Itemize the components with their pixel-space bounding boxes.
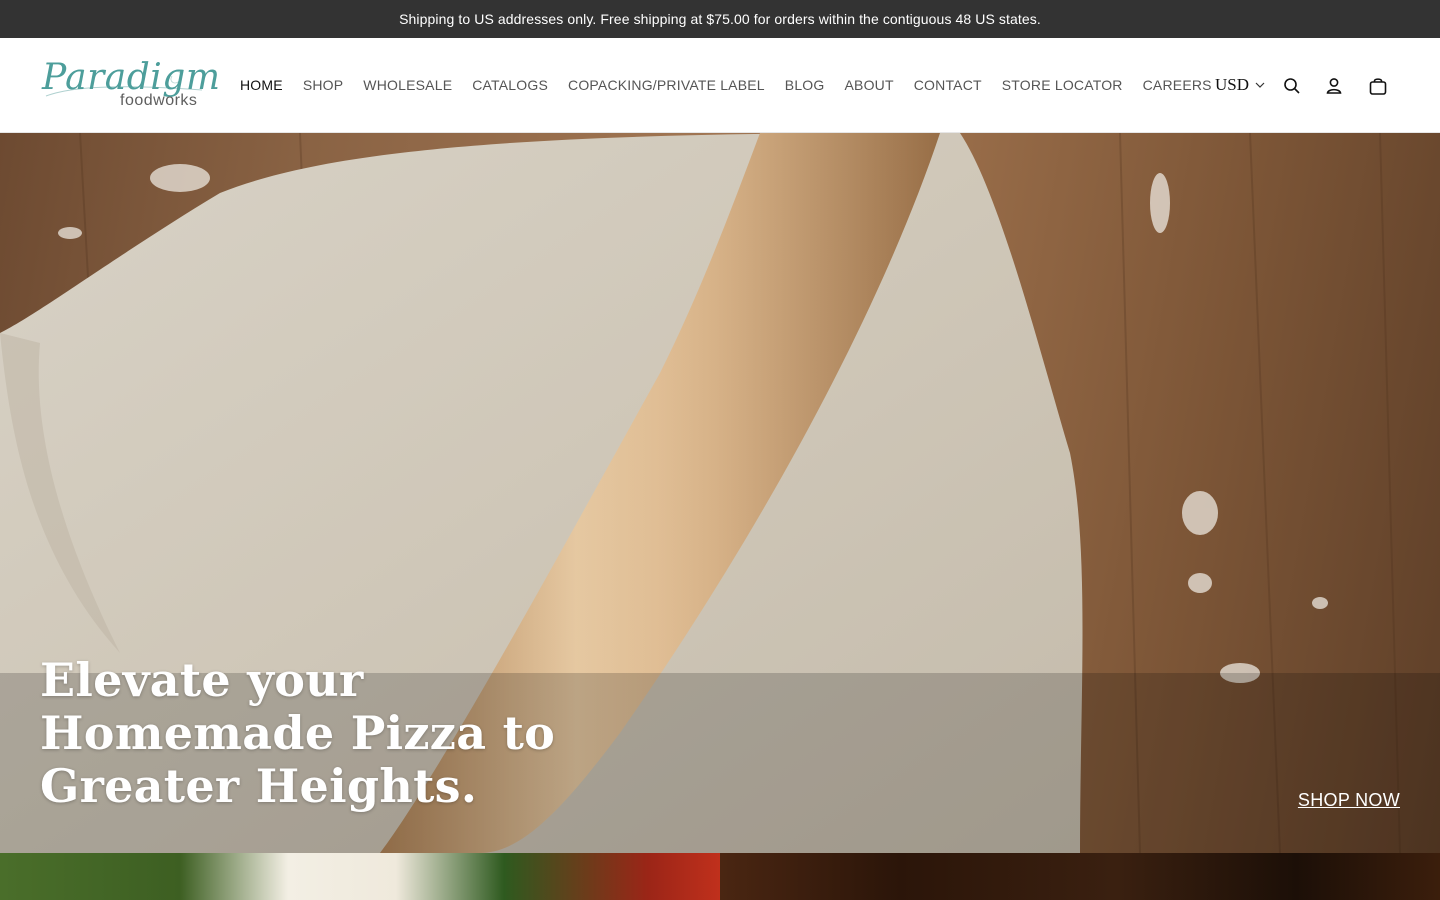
collection-tile-caprese[interactable] <box>0 853 720 900</box>
nav-item-copacking[interactable]: COPACKING/PRIVATE LABEL <box>558 38 775 132</box>
shopping-bag-icon <box>1369 78 1387 95</box>
shop-now-link[interactable]: SHOP NOW <box>1298 790 1400 811</box>
user-icon <box>1326 78 1342 94</box>
hero-heading: Elevate your Homemade Pizza to Greater H… <box>40 653 556 813</box>
hero-banner: Elevate your Homemade Pizza to Greater H… <box>0 133 1440 853</box>
main-navigation: HOME SHOP WHOLESALE CATALOGS COPACKING/P… <box>230 38 1222 132</box>
search-icon <box>1284 78 1300 94</box>
chevron-down-icon <box>1255 82 1265 88</box>
nav-item-about[interactable]: ABOUT <box>835 38 904 132</box>
cart-button[interactable] <box>1366 74 1390 98</box>
site-logo[interactable]: Paradigm foodworks <box>42 56 220 116</box>
nav-item-catalogs[interactable]: CATALOGS <box>462 38 558 132</box>
announcement-text: Shipping to US addresses only. Free ship… <box>399 11 1041 27</box>
collection-tile-kitchen[interactable] <box>720 853 1440 900</box>
currency-value: USD <box>1215 75 1250 94</box>
nav-item-store-locator[interactable]: STORE LOCATOR <box>992 38 1133 132</box>
logo-subtitle-text: foodworks <box>120 92 198 109</box>
nav-item-wholesale[interactable]: WHOLESALE <box>353 38 462 132</box>
nav-item-blog[interactable]: BLOG <box>775 38 835 132</box>
announcement-bar: Shipping to US addresses only. Free ship… <box>0 0 1440 38</box>
nav-item-shop[interactable]: SHOP <box>293 38 353 132</box>
nav-item-contact[interactable]: CONTACT <box>904 38 992 132</box>
nav-item-home[interactable]: HOME <box>230 38 293 132</box>
nav-item-careers[interactable]: CAREERS <box>1133 38 1222 132</box>
currency-selector[interactable]: USD <box>1215 38 1265 132</box>
account-button[interactable] <box>1322 74 1346 98</box>
site-header: Paradigm foodworks HOME SHOP WHOLESALE C… <box>0 38 1440 133</box>
search-button[interactable] <box>1280 74 1304 98</box>
